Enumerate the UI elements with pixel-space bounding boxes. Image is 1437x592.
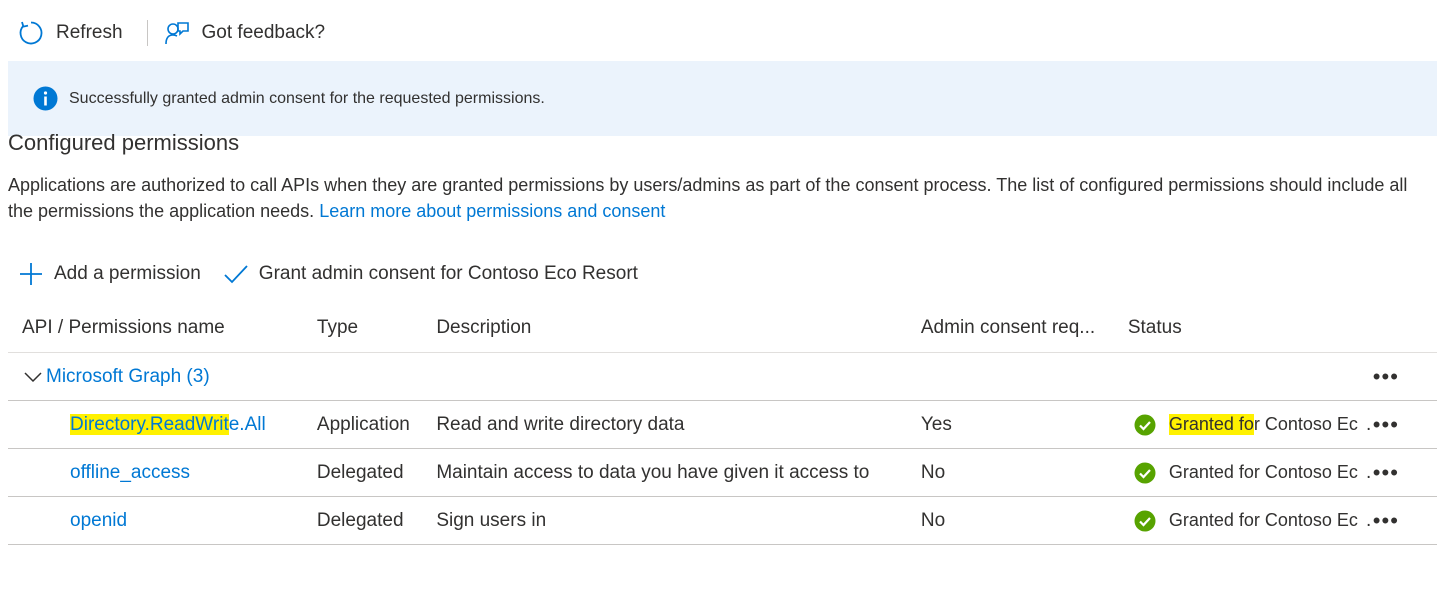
- plus-icon: [20, 263, 42, 285]
- banner-message: Successfully granted admin consent for t…: [69, 89, 545, 107]
- admin-consent-required: No: [920, 496, 1128, 545]
- column-header-status[interactable]: Status: [1127, 304, 1373, 353]
- permission-actions: Add a permission Grant admin consent for…: [18, 258, 660, 290]
- more-icon: •••: [1372, 507, 1399, 533]
- status-text: Granted for Contoso Ec: [1168, 462, 1358, 482]
- more-icon: •••: [1372, 411, 1399, 437]
- permission-name-link[interactable]: Directory.ReadWrite.All: [70, 413, 266, 435]
- permission-name-link[interactable]: openid: [70, 510, 127, 531]
- group-row-microsoft-graph: Microsoft Graph (3) •••: [8, 352, 1437, 401]
- grant-consent-label: Grant admin consent for Contoso Eco Reso…: [258, 263, 638, 284]
- column-header-description[interactable]: Description: [436, 304, 921, 353]
- description-text: Applications are authorized to call APIs…: [8, 175, 1408, 221]
- feedback-person-icon: [164, 22, 189, 45]
- column-header-admin-consent[interactable]: Admin consent req...: [920, 304, 1128, 353]
- truncation-ellipsis: ...: [1365, 461, 1372, 483]
- refresh-label: Refresh: [56, 22, 123, 43]
- status-text: Granted for Contoso Ec: [1168, 510, 1358, 530]
- permission-type: Delegated: [316, 496, 437, 545]
- refresh-button[interactable]: Refresh: [0, 12, 131, 54]
- status-text: r Contoso Ec: [1253, 414, 1358, 434]
- admin-consent-required: Yes: [920, 400, 1128, 449]
- more-icon: •••: [1372, 363, 1399, 389]
- refresh-icon: [19, 21, 43, 45]
- chevron-down-icon: [24, 371, 42, 382]
- group-label[interactable]: Microsoft Graph (3): [46, 366, 210, 388]
- checkmark-icon: [224, 265, 248, 284]
- table-header-row: API / Permissions name Type Description …: [8, 304, 1437, 353]
- column-header-name[interactable]: API / Permissions name: [8, 304, 317, 353]
- permission-description: Maintain access to data you have given i…: [436, 448, 921, 497]
- more-icon: •••: [1372, 459, 1399, 485]
- grant-admin-consent-button[interactable]: Grant admin consent for Contoso Eco Reso…: [223, 261, 638, 287]
- more-actions-button[interactable]: •••: [1372, 448, 1437, 497]
- permission-type: Delegated: [316, 448, 437, 497]
- admin-consent-required: No: [920, 448, 1128, 497]
- more-actions-button[interactable]: •••: [1372, 496, 1437, 545]
- feedback-button[interactable]: Got feedback?: [156, 12, 334, 54]
- permissions-table: API / Permissions name Type Description …: [8, 304, 1437, 545]
- table-row: offline_access Delegated Maintain access…: [8, 448, 1437, 497]
- success-banner: Successfully granted admin consent for t…: [8, 61, 1437, 136]
- table-row: Directory.ReadWrite.All Application Read…: [8, 400, 1437, 449]
- info-icon: [33, 86, 58, 111]
- permission-name-link[interactable]: offline_access: [70, 462, 190, 483]
- column-header-actions: [1372, 304, 1437, 353]
- learn-more-link[interactable]: Learn more about permissions and consent: [319, 201, 665, 221]
- more-actions-button[interactable]: •••: [1372, 400, 1437, 449]
- permission-name-rest: e.All: [228, 413, 266, 435]
- status-text-highlighted: Granted fo: [1168, 414, 1254, 435]
- truncation-ellipsis: ...: [1365, 413, 1372, 435]
- more-actions-button[interactable]: •••: [1372, 352, 1437, 401]
- highlighted-text: Directory.ReadWrit: [70, 413, 229, 435]
- add-permission-label: Add a permission: [54, 263, 201, 284]
- status-cell: Granted for Contoso Ec...: [1128, 414, 1372, 436]
- section-description: Applications are authorized to call APIs…: [8, 172, 1433, 224]
- toolbar-divider: [146, 20, 148, 46]
- permission-type: Application: [316, 400, 437, 449]
- status-cell: Granted for Contoso Ec...: [1128, 510, 1372, 532]
- command-bar: Refresh Got feedback?: [0, 12, 333, 54]
- group-toggle[interactable]: Microsoft Graph (3): [8, 366, 1373, 388]
- success-check-icon: [1134, 462, 1156, 483]
- permission-description: Sign users in: [436, 496, 921, 545]
- truncation-ellipsis: ...: [1365, 509, 1372, 531]
- add-permission-button[interactable]: Add a permission: [18, 261, 201, 287]
- permission-description: Read and write directory data: [436, 400, 921, 449]
- section-title: Configured permissions: [8, 130, 240, 155]
- table-row: openid Delegated Sign users in No Grante…: [8, 496, 1437, 545]
- feedback-label: Got feedback?: [201, 22, 326, 43]
- success-check-icon: [1134, 414, 1156, 435]
- success-check-icon: [1134, 510, 1156, 531]
- column-header-type[interactable]: Type: [316, 304, 437, 353]
- status-cell: Granted for Contoso Ec...: [1128, 462, 1372, 484]
